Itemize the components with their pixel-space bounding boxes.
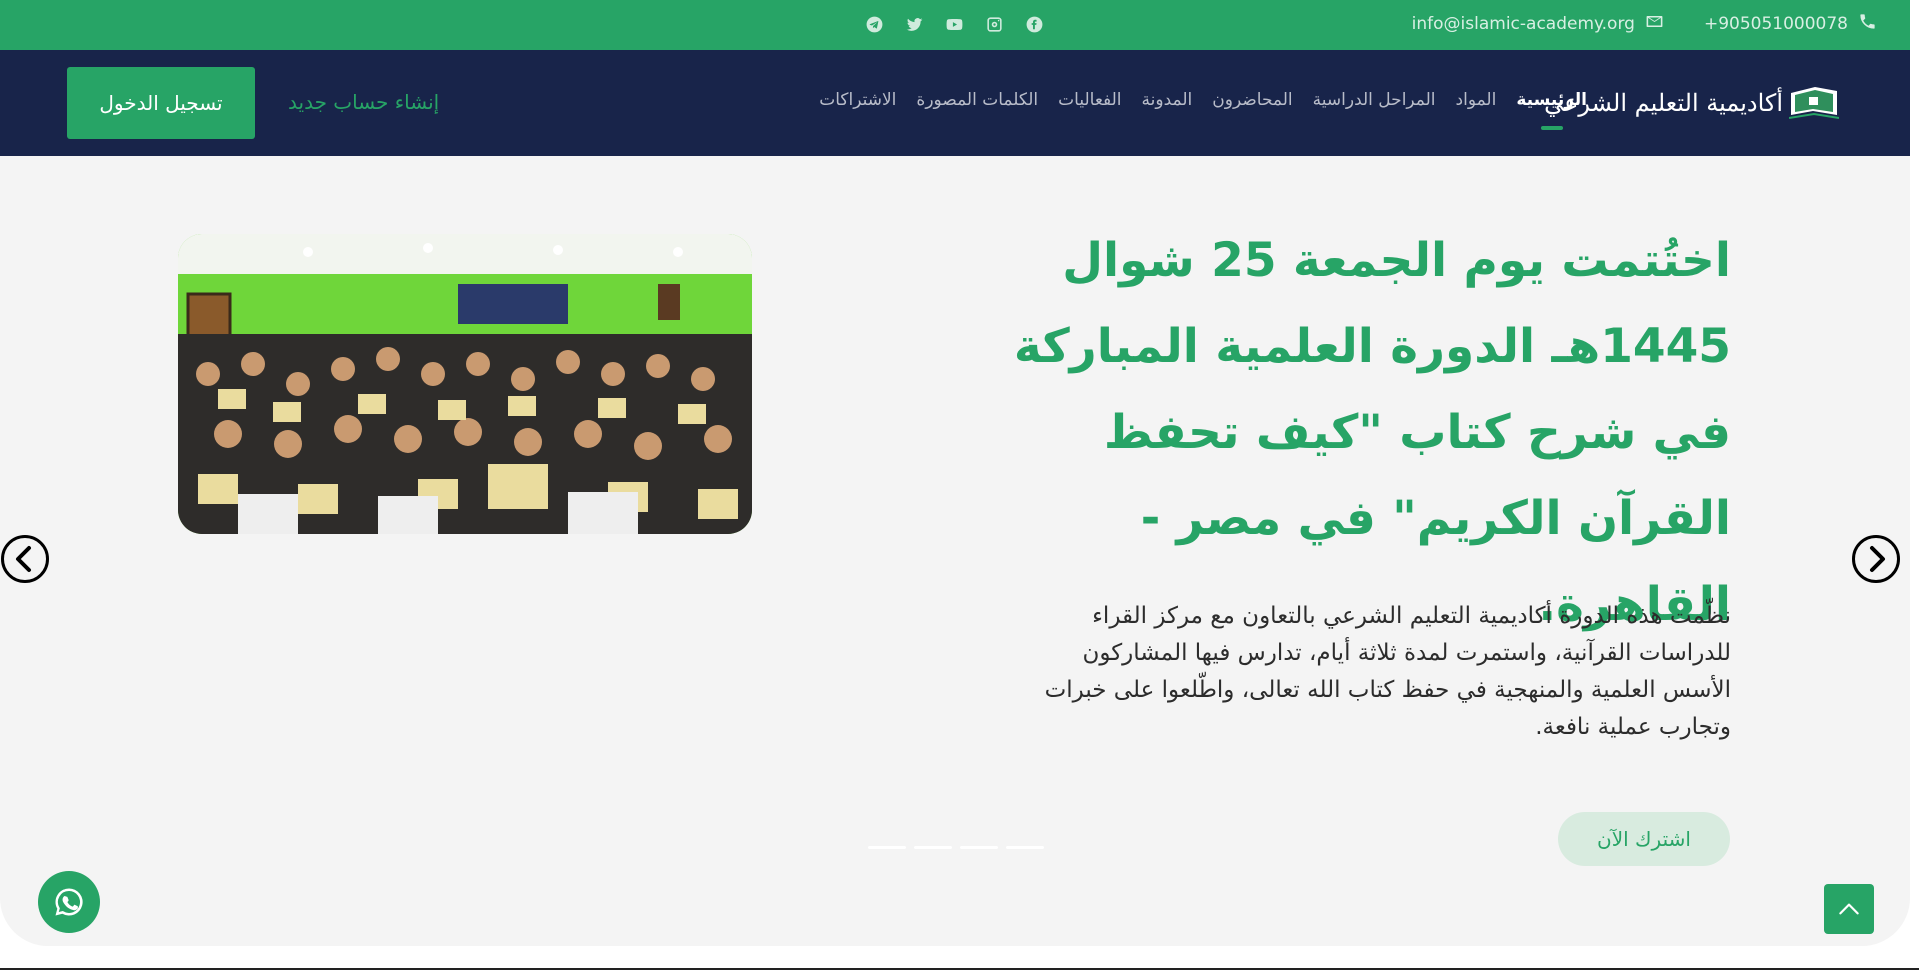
nav-item-home[interactable]: الرئيسية — [1516, 90, 1587, 110]
nav-item-subjects[interactable]: المواد — [1456, 90, 1497, 110]
contact-info: +905051000078 info@islamic-academy.org — [1412, 12, 1877, 36]
slider-prev-arrow-icon[interactable] — [0, 534, 50, 584]
instagram-icon[interactable] — [982, 12, 1006, 36]
subscribe-now-button[interactable]: اشترك الآن — [1558, 812, 1730, 866]
back-to-top-chevron-icon[interactable] — [1824, 884, 1874, 934]
nav-item-illustrated-words[interactable]: الكلمات المصورة — [916, 90, 1038, 110]
email-icon — [1645, 12, 1664, 36]
hero-photo — [178, 234, 752, 534]
nav-item-events[interactable]: الفعاليات — [1058, 90, 1121, 110]
nav-item-blog[interactable]: المدونة — [1142, 90, 1193, 110]
hero-title: اختُتمت يوم الجمعة 25 شوال 1445هـ الدورة… — [1013, 233, 1731, 632]
book-logo-icon — [1789, 87, 1839, 119]
phone-number[interactable]: +905051000078 — [1704, 14, 1848, 34]
nav-item-lecturers[interactable]: المحاضرون — [1212, 90, 1292, 110]
nav-item-study-stages[interactable]: المراحل الدراسية — [1313, 90, 1436, 110]
top-bar: +905051000078 info@islamic-academy.org — [0, 0, 1910, 50]
youtube-icon[interactable] — [942, 12, 966, 36]
register-link[interactable]: إنشاء حساب جديد — [288, 90, 439, 114]
site-logo[interactable]: أكاديمية التعليم الشرعي — [1544, 85, 1839, 121]
hero-slider: اختُتمت يوم الجمعة 25 شوال 1445هـ الدورة… — [0, 156, 1910, 946]
slide-indicator[interactable] — [960, 846, 998, 849]
nav-menu: الرئيسية المواد المراحل الدراسية المحاضر… — [819, 90, 1587, 110]
facebook-icon[interactable] — [1022, 12, 1046, 36]
slide-indicator[interactable] — [868, 846, 906, 849]
twitter-icon[interactable] — [902, 12, 926, 36]
login-button[interactable]: تسجيل الدخول — [67, 67, 255, 139]
social-links — [862, 12, 1046, 36]
page: +905051000078 info@islamic-academy.org أ… — [0, 0, 1919, 970]
slide-indicator[interactable] — [1006, 846, 1044, 849]
main-nav: أكاديمية التعليم الشرعي الرئيسية المواد … — [0, 50, 1910, 156]
hero-description: نظّمت هذه الدورة أكاديمية التعليم الشرعي… — [1044, 603, 1731, 740]
nav-item-subscriptions[interactable]: الاشتراكات — [819, 90, 896, 110]
slider-indicators — [868, 846, 1044, 849]
telegram-icon[interactable] — [862, 12, 886, 36]
email-address[interactable]: info@islamic-academy.org — [1412, 14, 1635, 34]
phone-icon — [1858, 12, 1877, 36]
whatsapp-icon[interactable] — [38, 871, 100, 933]
slider-next-arrow-icon[interactable] — [1851, 534, 1901, 584]
slide-indicator[interactable] — [914, 846, 952, 849]
